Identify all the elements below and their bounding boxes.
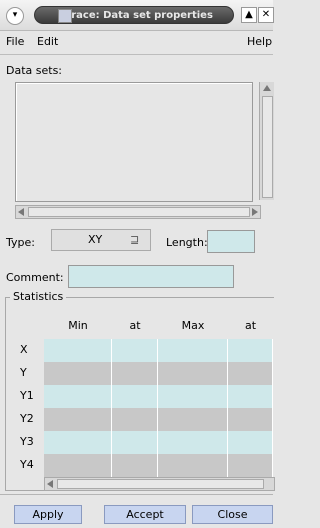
stat-cell[interactable] <box>158 362 228 385</box>
hscroll-thumb[interactable] <box>28 207 250 217</box>
stat-cell[interactable] <box>112 362 158 385</box>
stat-cell[interactable] <box>44 362 112 385</box>
table-row <box>44 339 273 362</box>
stat-cell[interactable] <box>44 385 112 408</box>
stat-cell[interactable] <box>228 454 273 477</box>
stat-cell[interactable] <box>44 339 112 362</box>
datasets-vscroll[interactable] <box>259 82 274 200</box>
row-label: Y <box>20 366 27 379</box>
statistics-table <box>44 339 273 477</box>
menu-help[interactable]: Help <box>247 35 272 48</box>
col-header: Max <box>181 319 205 332</box>
datasets-hscroll[interactable] <box>15 205 261 219</box>
datasets-list[interactable] <box>15 82 253 202</box>
stat-cell[interactable] <box>158 408 228 431</box>
stat-cell[interactable] <box>228 431 273 454</box>
stat-cell[interactable] <box>158 385 228 408</box>
option-menu-icon: ⊒ <box>130 233 140 246</box>
scroll-up-icon[interactable] <box>263 85 271 91</box>
comment-field[interactable] <box>68 265 234 288</box>
shade-button[interactable]: ▲ <box>241 7 257 23</box>
stat-cell[interactable] <box>158 339 228 362</box>
table-row <box>44 385 273 408</box>
table-row <box>44 362 273 385</box>
stat-cell[interactable] <box>112 385 158 408</box>
close-button[interactable]: Close <box>192 505 273 524</box>
stats-hscroll[interactable] <box>44 477 275 491</box>
stat-cell[interactable] <box>228 408 273 431</box>
row-label: Y1 <box>20 389 34 402</box>
comment-label: Comment: <box>6 271 64 284</box>
stat-cell[interactable] <box>158 431 228 454</box>
length-field[interactable] <box>207 230 255 253</box>
apply-button[interactable]: Apply <box>14 505 82 524</box>
stat-cell[interactable] <box>228 385 273 408</box>
stat-cell[interactable] <box>112 339 158 362</box>
separator <box>0 494 273 495</box>
type-label: Type: <box>6 236 35 249</box>
row-label: Y4 <box>20 458 34 471</box>
table-row <box>44 454 273 477</box>
app-icon <box>58 9 72 23</box>
col-header: at <box>129 319 141 332</box>
scroll-left-icon[interactable] <box>47 480 53 488</box>
stat-cell[interactable] <box>112 408 158 431</box>
row-label: X <box>20 343 28 356</box>
scroll-right-icon[interactable] <box>252 208 258 216</box>
datasets-label: Data sets: <box>6 64 63 77</box>
stat-cell[interactable] <box>112 454 158 477</box>
type-value: XY <box>88 233 103 246</box>
stat-cell[interactable] <box>112 431 158 454</box>
stat-cell[interactable] <box>228 362 273 385</box>
type-select[interactable]: XY ⊒ <box>51 229 151 251</box>
col-header: at <box>244 319 257 332</box>
stat-cell[interactable] <box>228 339 273 362</box>
table-row <box>44 408 273 431</box>
vscroll-thumb[interactable] <box>262 96 273 198</box>
table-row <box>44 431 273 454</box>
accept-button[interactable]: Accept <box>104 505 186 524</box>
length-label: Length: <box>166 236 208 249</box>
stat-cell[interactable] <box>158 454 228 477</box>
menu-edit[interactable]: Edit <box>37 35 58 48</box>
stat-cell[interactable] <box>44 408 112 431</box>
stat-cell[interactable] <box>44 454 112 477</box>
window-menu-icon[interactable]: ▾ <box>6 7 24 25</box>
close-window-button[interactable]: ✕ <box>258 7 274 23</box>
menu-file[interactable]: File <box>6 35 24 48</box>
statistics-label: Statistics <box>10 290 67 303</box>
row-label: Y2 <box>20 412 34 425</box>
row-label: Y3 <box>20 435 34 448</box>
stat-cell[interactable] <box>44 431 112 454</box>
scroll-left-icon[interactable] <box>18 208 24 216</box>
hscroll-thumb[interactable] <box>57 479 264 489</box>
col-header: Min <box>68 319 88 332</box>
